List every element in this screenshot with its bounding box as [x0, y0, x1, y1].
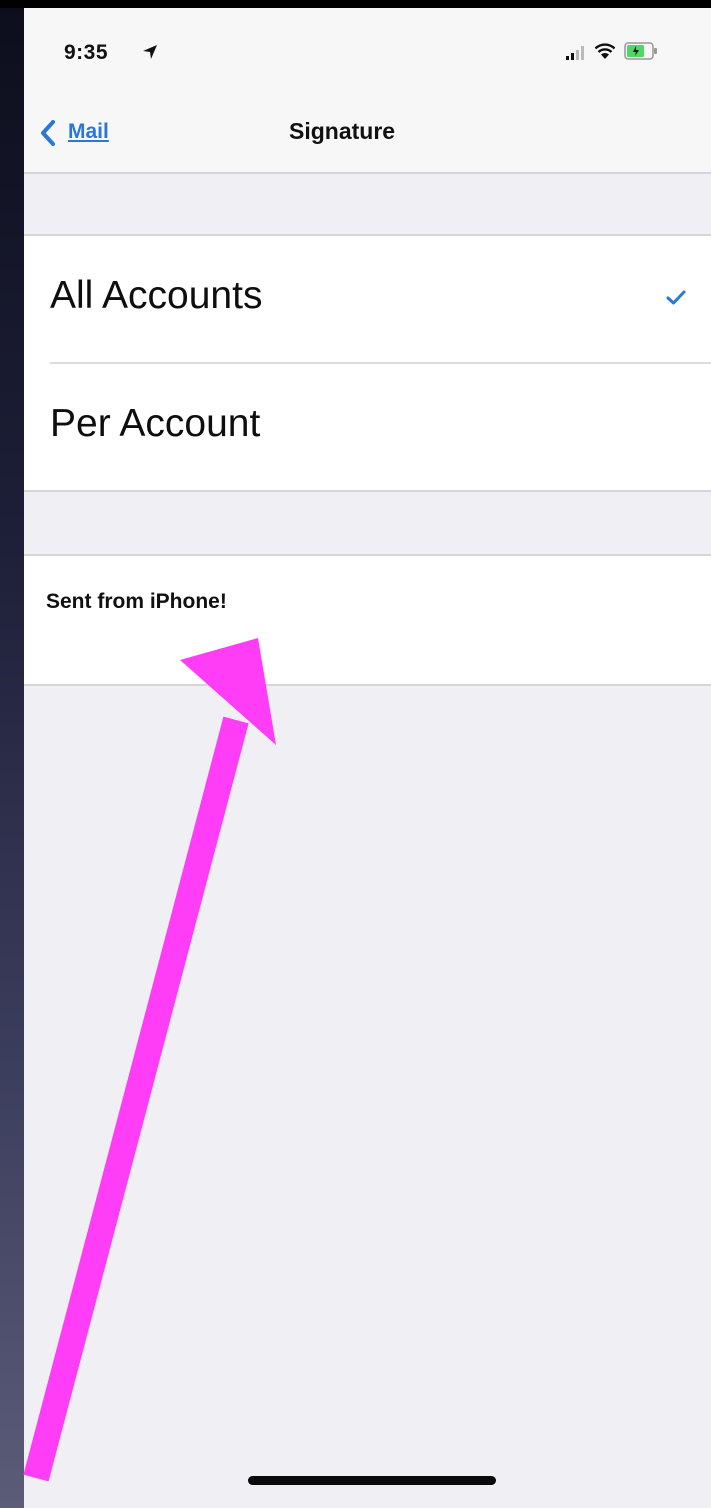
chevron-left-icon — [41, 120, 55, 146]
option-per-account[interactable]: Per Account — [24, 364, 711, 490]
option-label: Per Account — [50, 402, 261, 445]
signature-editor[interactable]: Sent from iPhone! — [24, 554, 711, 686]
back-button[interactable]: Mail — [40, 118, 170, 154]
back-button-label: Mail — [68, 120, 109, 143]
location-arrow-icon — [143, 45, 157, 59]
status-time: 9:35 — [64, 41, 109, 64]
status-bar: 9:35 — [24, 8, 711, 90]
battery-icon — [624, 42, 657, 60]
navigation-bar: Mail Signature — [24, 90, 711, 174]
home-indicator[interactable] — [248, 1476, 496, 1485]
phone-screen: 9:35 Mail Signature All Accounts Per Acc… — [24, 8, 711, 1508]
signal-icon — [566, 46, 584, 60]
option-all-accounts[interactable]: All Accounts — [24, 236, 711, 362]
checkmark-icon — [666, 290, 686, 305]
device-bezel — [0, 0, 24, 1508]
option-label: All Accounts — [50, 274, 263, 317]
device-bezel-top — [0, 0, 711, 8]
wifi-icon — [594, 43, 616, 59]
signature-text[interactable]: Sent from iPhone! — [46, 590, 227, 614]
page-title: Signature — [289, 118, 396, 144]
signature-scope-group: All Accounts Per Account — [24, 234, 711, 492]
